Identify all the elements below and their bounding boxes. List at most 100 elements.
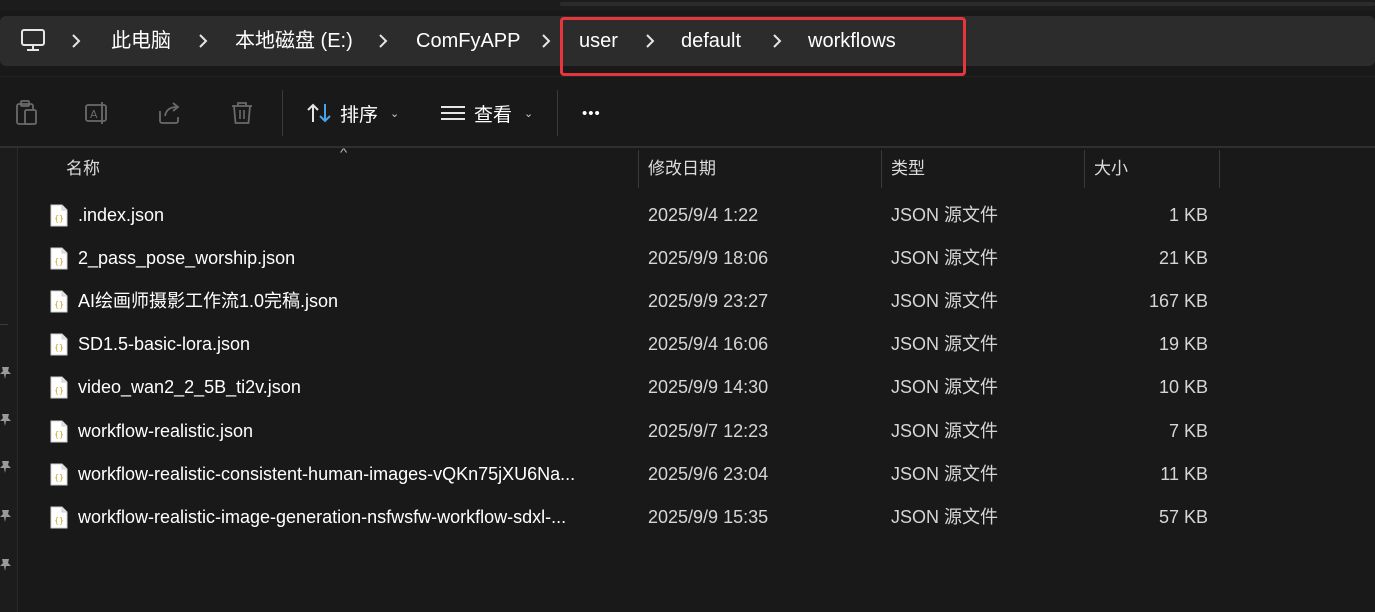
toolbar-divider [557,90,558,136]
breadcrumb-this-pc[interactable]: 此电脑 [111,16,171,66]
column-header-type[interactable]: 类型 [891,148,1081,190]
file-modified-date: 2025/9/6 23:04 [648,463,769,484]
svg-text:{}: {} [54,386,64,395]
more-icon: ••• [582,104,601,122]
file-row[interactable]: {} .index.json 2025/9/4 1:22 JSON 源文件 1 KB [20,194,1220,237]
view-icon [441,106,465,120]
file-size: 10 KB [1158,377,1208,398]
svg-text:{}: {} [54,473,64,482]
divider [0,76,1375,77]
file-name[interactable]: workflow-realistic-image-generation-nsfw… [78,496,620,539]
view-label: 查看 [474,104,513,126]
rename-icon[interactable]: A [84,99,112,127]
file-modified-date: 2025/9/4 16:06 [648,334,769,355]
breadcrumb-local-disk[interactable]: 本地磁盘 (E:) [235,16,353,66]
chevron-right-icon[interactable] [642,16,658,66]
address-bar[interactable]: 此电脑 本地磁盘 (E:) ComFyAPP user default work… [0,16,1375,66]
chevron-right-icon[interactable] [68,16,84,66]
nav-divider [0,324,8,325]
file-modified-date: 2025/9/9 23:27 [648,291,769,312]
svg-text:{}: {} [54,516,64,525]
file-name[interactable]: video_wan2_2_5B_ti2v.json [78,366,620,409]
svg-text:A: A [90,108,98,121]
file-name[interactable]: workflow-realistic-consistent-human-imag… [78,453,620,496]
pin-icon[interactable] [0,413,12,427]
column-resize-handle[interactable] [1084,150,1085,188]
json-file-icon: {} [50,204,68,227]
column-resize-handle[interactable] [638,150,639,188]
file-type: JSON 源文件 [891,506,999,527]
breadcrumb-user[interactable]: user [579,16,618,66]
svg-text:{}: {} [54,430,64,439]
file-type: JSON 源文件 [891,463,999,484]
json-file-icon: {} [50,463,68,486]
file-name[interactable]: .index.json [78,194,620,237]
json-file-icon: {} [50,420,68,442]
view-button[interactable]: 查看 ⌄ [440,80,533,146]
file-row[interactable]: {} workflow-realistic-image-generation-ns… [20,496,1220,539]
breadcrumb-default[interactable]: default [681,16,741,66]
navigation-pane[interactable] [0,148,18,612]
file-size: 167 KB [1148,291,1208,312]
column-resize-handle[interactable] [1219,150,1220,188]
file-type: JSON 源文件 [891,291,999,312]
file-type: JSON 源文件 [891,377,999,398]
chevron-right-icon[interactable] [769,16,785,66]
file-type: JSON 源文件 [891,334,999,355]
column-header-date[interactable]: 修改日期 [648,148,878,190]
file-row[interactable]: {} 2_pass_pose_worship.json 2025/9/9 18:06… [20,237,1220,280]
json-file-icon: {} [50,333,68,356]
json-file-icon: {} [50,506,68,529]
file-name[interactable]: AI绘画师摄影工作流1.0完稿.json [78,280,620,323]
file-size: 7 KB [1168,420,1208,441]
chevron-right-icon[interactable] [375,16,391,66]
svg-text:{}: {} [54,343,64,352]
file-modified-date: 2025/9/9 15:35 [648,506,769,527]
sort-button[interactable]: 排序 ⌄ [306,80,399,146]
file-size: 19 KB [1158,334,1208,355]
chevron-right-icon[interactable] [538,16,554,66]
file-row[interactable]: {} workflow-realistic-consistent-human-im… [20,453,1220,496]
file-row[interactable]: {} AI绘画师摄影工作流1.0完稿.json 2025/9/9 23:27 JSON… [20,280,1220,323]
sort-label: 排序 [340,104,379,126]
file-modified-date: 2025/9/7 12:23 [648,420,769,441]
paste-icon[interactable] [12,99,40,127]
file-type: JSON 源文件 [891,248,999,269]
breadcrumb-workflows[interactable]: workflows [808,16,896,66]
pin-icon[interactable] [0,460,12,474]
file-row[interactable]: {} video_wan2_2_5B_ti2v.json 2025/9/9 14:3… [20,366,1220,409]
file-size: 1 KB [1168,205,1208,225]
toolbar-divider [282,90,283,136]
breadcrumb-comfyapp[interactable]: ComFyAPP [416,16,520,66]
column-resize-handle[interactable] [881,150,882,188]
chevron-down-icon: ⌄ [390,107,400,120]
chevron-right-icon[interactable] [195,16,211,66]
more-options-button[interactable]: ••• [582,80,601,146]
delete-icon[interactable] [228,99,256,127]
file-name[interactable]: SD1.5-basic-lora.json [78,323,620,366]
column-header-name[interactable]: 名称 [66,148,636,190]
svg-text:{}: {} [54,257,64,266]
this-pc-icon[interactable] [20,28,46,52]
sort-icon [307,103,331,123]
chevron-down-icon: ⌄ [524,107,534,120]
file-size: 57 KB [1158,506,1208,527]
file-size: 21 KB [1158,248,1208,269]
search-box-edge [560,2,1375,6]
pin-icon[interactable] [0,509,12,523]
pin-icon[interactable] [0,366,12,380]
share-icon[interactable] [156,99,184,127]
pin-icon[interactable] [0,558,12,572]
file-size: 11 KB [1160,463,1208,484]
file-name[interactable]: 2_pass_pose_worship.json [78,237,620,280]
file-modified-date: 2025/9/9 18:06 [648,248,769,269]
svg-text:{}: {} [54,300,64,309]
json-file-icon: {} [50,376,68,399]
json-file-icon: {} [50,247,68,270]
file-modified-date: 2025/9/4 1:22 [648,205,759,225]
file-name[interactable]: workflow-realistic.json [78,410,620,453]
file-row[interactable]: {} SD1.5-basic-lora.json 2025/9/4 16:06 JSO… [20,323,1220,366]
file-modified-date: 2025/9/9 14:30 [648,377,769,398]
file-row[interactable]: {} workflow-realistic.json 2025/9/7 12:23 J… [20,410,1220,453]
column-header-size[interactable]: 大小 [1094,148,1214,190]
